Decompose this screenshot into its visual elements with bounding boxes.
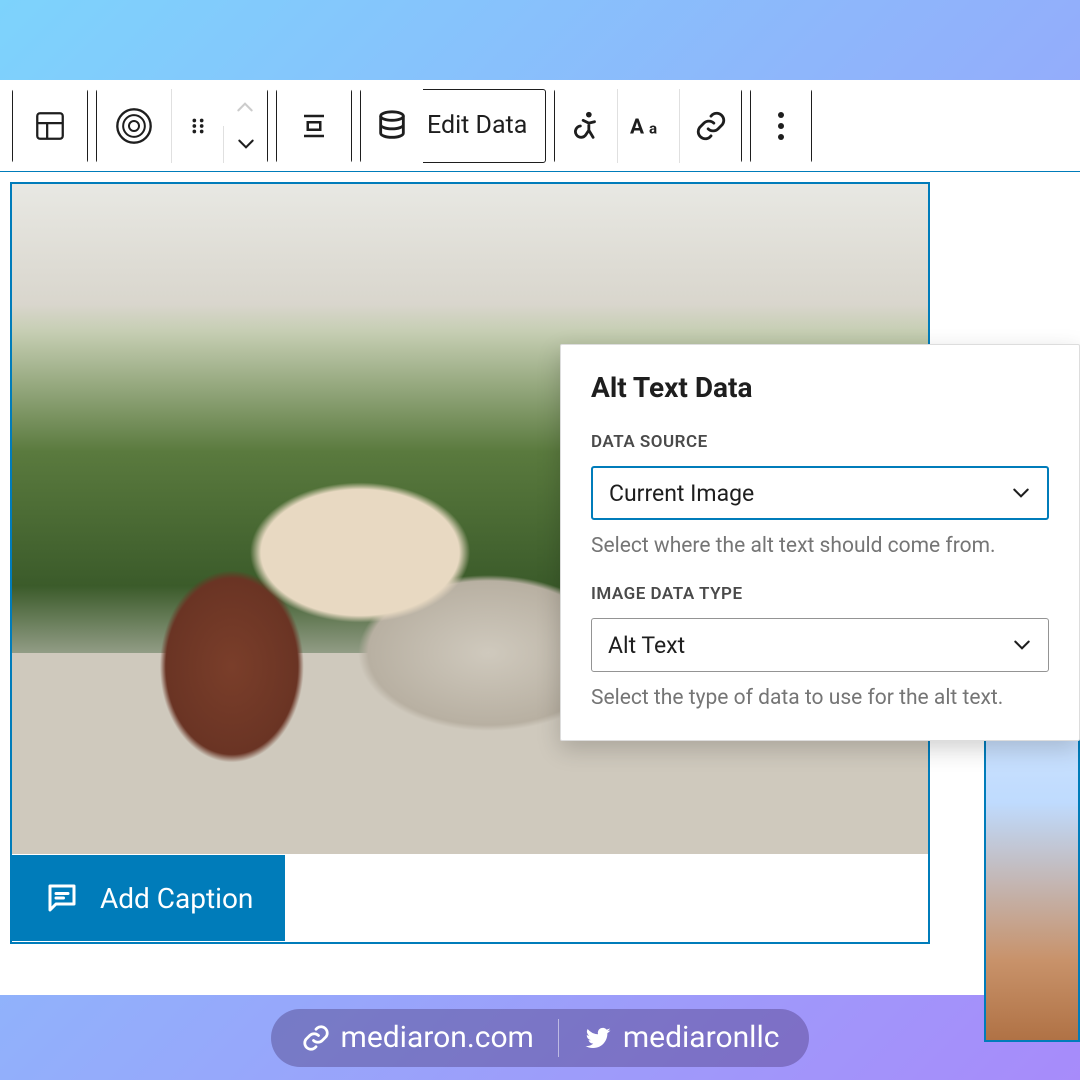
align-icon (299, 111, 329, 141)
image-data-type-selected: Alt Text (608, 632, 685, 659)
svg-text:A: A (630, 115, 644, 139)
edit-data-label: Edit Data (423, 111, 545, 140)
more-options-button[interactable] (751, 89, 811, 163)
typography-icon: Aa (630, 111, 668, 141)
popover-title: Alt Text Data (591, 371, 1049, 404)
add-caption-button[interactable]: Add Caption (12, 855, 285, 941)
svg-text:a: a (649, 119, 657, 137)
twitter-badge[interactable]: mediaronllc (583, 1020, 780, 1055)
site-text: mediaron.com (341, 1020, 534, 1055)
link-icon (694, 109, 728, 143)
block-toolbar: Edit Data Aa (0, 80, 1080, 172)
drag-icon (187, 115, 209, 137)
layout-button[interactable] (13, 89, 87, 163)
layout-icon (33, 109, 67, 143)
caption-area: Add Caption (12, 854, 928, 942)
promo-footer: mediaron.com mediaronllc (0, 995, 1080, 1080)
aperture-icon (114, 106, 154, 146)
move-up-button[interactable] (223, 89, 267, 126)
more-vertical-icon (777, 111, 785, 141)
accessibility-icon (569, 109, 603, 143)
link-icon (301, 1023, 331, 1053)
twitter-icon (583, 1023, 613, 1053)
data-source-label: DATA SOURCE (591, 432, 1049, 452)
image-data-type-select[interactable]: Alt Text (591, 618, 1049, 672)
accessibility-button[interactable] (555, 89, 617, 163)
data-source-select[interactable]: Current Image (591, 466, 1049, 520)
block-type-button[interactable] (97, 89, 171, 163)
drag-handle-button[interactable] (171, 89, 223, 163)
chevron-down-icon (236, 137, 256, 151)
image-data-type-help: Select the type of data to use for the a… (591, 686, 1049, 710)
site-badge[interactable]: mediaron.com (301, 1020, 534, 1055)
footer-divider (558, 1019, 559, 1057)
alignment-button[interactable] (277, 89, 351, 163)
chevron-down-icon (1011, 486, 1031, 500)
alt-text-popover: Alt Text Data DATA SOURCE Current Image … (560, 344, 1080, 741)
add-caption-label: Add Caption (100, 882, 253, 915)
data-source-help: Select where the alt text should come fr… (591, 534, 1049, 558)
edit-data-button[interactable] (361, 89, 423, 163)
caption-icon (44, 880, 80, 916)
chevron-down-icon (1012, 638, 1032, 652)
data-source-selected: Current Image (609, 480, 754, 507)
chevron-up-icon (235, 100, 255, 114)
typography-button[interactable]: Aa (617, 89, 679, 163)
twitter-text: mediaronllc (623, 1020, 780, 1055)
move-down-button[interactable] (223, 126, 267, 163)
image-data-type-label: IMAGE DATA TYPE (591, 584, 1049, 604)
database-icon (375, 109, 409, 143)
link-button[interactable] (679, 89, 741, 163)
